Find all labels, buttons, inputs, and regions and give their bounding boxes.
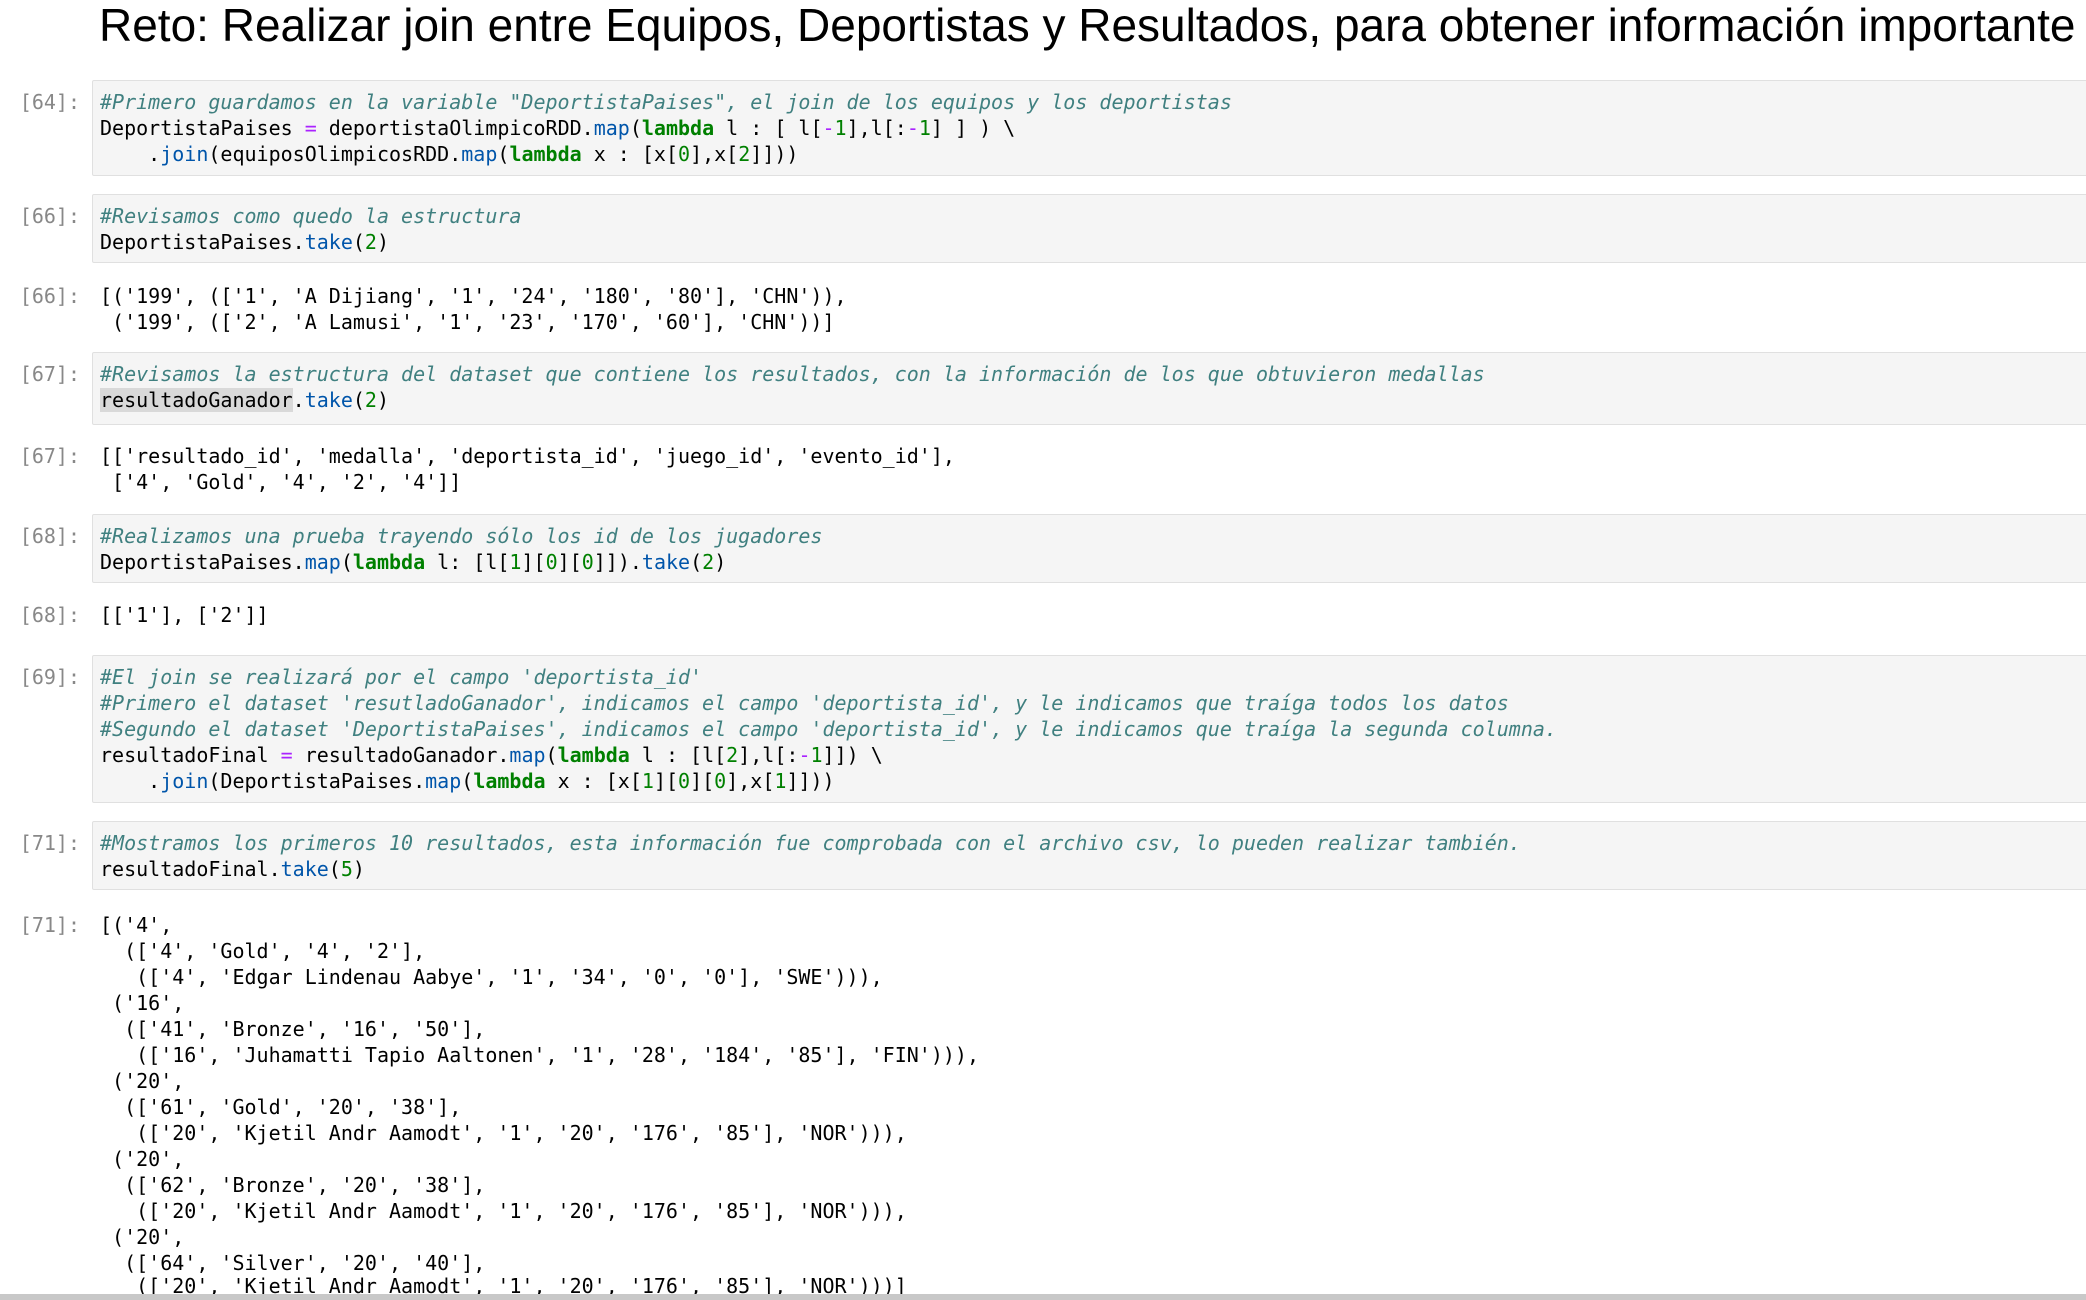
code-comment: #Revisamos la estructura del dataset que…	[100, 362, 1485, 386]
output-line: (['16', 'Juhamatti Tapio Aaltonen', '1',…	[100, 1043, 979, 1067]
output-prompt: [68]:	[19, 603, 80, 627]
code-comment: #Primero guardamos en la variable "Depor…	[100, 90, 1232, 114]
cell-prompt: [66]:	[19, 204, 80, 228]
output-line: [['1'], ['2']]	[100, 603, 269, 627]
output-prompt: [71]:	[19, 913, 80, 937]
output-line: (['61', 'Gold', '20', '38'],	[100, 1095, 462, 1119]
code-comment: #Revisamos como quedo la estructura	[100, 204, 522, 228]
output-line: ('20',	[100, 1225, 185, 1249]
code-comment: #Segundo el dataset 'DeportistaPaises', …	[100, 717, 1557, 741]
code-comment: #Primero el dataset 'resutladoGanador', …	[100, 691, 1509, 715]
cell-prompt: [69]:	[19, 665, 80, 689]
code-line[interactable]: .join(DeportistaPaises.map(lambda x : [x…	[100, 768, 834, 794]
code-line[interactable]: .join(equiposOlimpicosRDD.map(lambda x :…	[100, 141, 798, 167]
output-line: (['20', 'Kjetil Andr Aamodt', '1', '20',…	[100, 1121, 907, 1145]
output-line: [['resultado_id', 'medalla', 'deportista…	[100, 444, 955, 468]
code-line[interactable]: DeportistaPaises.map(lambda l: [l[1][0][…	[100, 549, 726, 575]
output-prompt: [67]:	[19, 444, 80, 468]
code-line[interactable]: resultadoFinal.take(5)	[100, 856, 365, 882]
code-line[interactable]: resultadoGanador.take(2)	[100, 387, 389, 413]
output-line: ('20',	[100, 1069, 185, 1093]
code-line[interactable]: DeportistaPaises = deportistaOlimpicoRDD…	[100, 115, 1015, 141]
output-line: ['4', 'Gold', '4', '2', '4']]	[100, 470, 462, 494]
cell-prompt: [64]:	[19, 90, 80, 114]
output-line: ('16',	[100, 991, 185, 1015]
output-line: (['20', 'Kjetil Andr Aamodt', '1', '20',…	[100, 1199, 907, 1223]
output-line: [('4',	[100, 913, 173, 937]
output-prompt: [66]:	[19, 284, 80, 308]
code-comment: #Mostramos los primeros 10 resultados, e…	[100, 831, 1521, 855]
cell-prompt: [67]:	[19, 362, 80, 386]
horizontal-scrollbar[interactable]	[0, 1294, 2086, 1300]
output-line: (['4', 'Edgar Lindenau Aabye', '1', '34'…	[100, 965, 883, 989]
output-line: [('199', (['1', 'A Dijiang', '1', '24', …	[100, 284, 847, 308]
output-line: (['41', 'Bronze', '16', '50'],	[100, 1017, 486, 1041]
cell-prompt: [71]:	[19, 831, 80, 855]
notebook-heading: Reto: Realizar join entre Equipos, Depor…	[99, 0, 2076, 51]
output-line: ('20',	[100, 1147, 185, 1171]
code-comment: #El join se realizará por el campo 'depo…	[100, 665, 703, 689]
code-line[interactable]: resultadoFinal = resultadoGanador.map(la…	[100, 742, 883, 768]
code-line[interactable]: DeportistaPaises.take(2)	[100, 229, 389, 255]
output-line: (['4', 'Gold', '4', '2'],	[100, 939, 426, 963]
output-line: ('199', (['2', 'A Lamusi', '1', '23', '1…	[100, 310, 835, 334]
code-comment: #Realizamos una prueba trayendo sólo los…	[100, 524, 823, 548]
cell-prompt: [68]:	[19, 524, 80, 548]
output-line: (['62', 'Bronze', '20', '38'],	[100, 1173, 486, 1197]
